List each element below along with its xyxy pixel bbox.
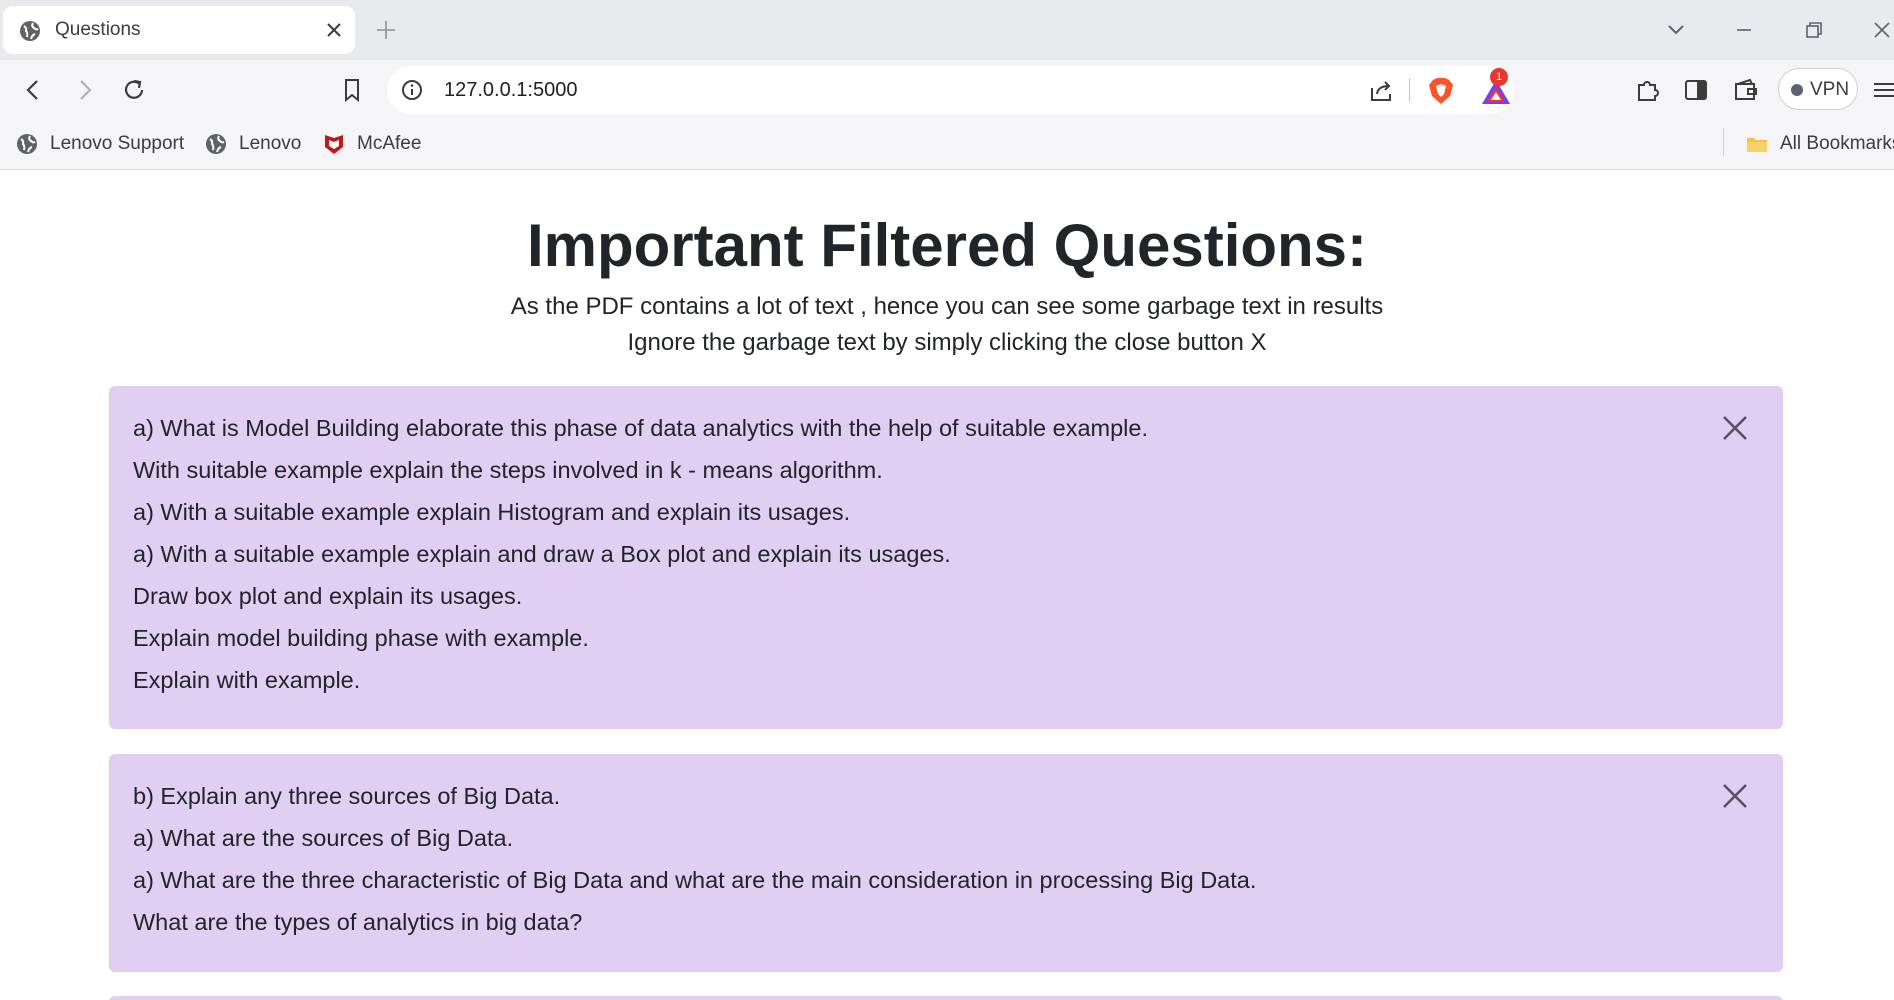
- vpn-status-dot: [1791, 84, 1803, 96]
- tab-search-chevron-icon[interactable]: [1664, 18, 1688, 42]
- question-text: a) What are the three characteristic of …: [133, 867, 1257, 893]
- reload-icon[interactable]: [120, 76, 148, 104]
- question-text: Explain with example.: [133, 667, 361, 693]
- forward-arrow-icon[interactable]: [70, 76, 98, 104]
- extensions-icon[interactable]: [1634, 76, 1662, 104]
- page-subtitle-line2: Ignore the garbage text by simply clicki…: [627, 329, 1267, 356]
- close-window-icon[interactable]: [1870, 18, 1894, 42]
- question-card: a) What is Model Building elaborate this…: [109, 386, 1783, 729]
- question-card-partial: [109, 996, 1783, 1000]
- tab-strip: Questions: [0, 0, 1894, 60]
- menu-icon[interactable]: [1870, 76, 1894, 104]
- browser-toolbar: 127.0.0.1:5000 1 VPN: [0, 60, 1894, 120]
- all-bookmarks-label: All Bookmarks: [1780, 133, 1894, 154]
- new-tab-icon[interactable]: [375, 19, 397, 41]
- globe-icon: [206, 134, 226, 154]
- bookmark-icon[interactable]: [338, 76, 366, 104]
- url-text[interactable]: 127.0.0.1:5000: [444, 79, 577, 102]
- share-icon[interactable]: [1368, 78, 1394, 104]
- site-info-icon[interactable]: [401, 79, 423, 101]
- tab-title: Questions: [55, 19, 141, 40]
- bookmarks-divider: [1723, 128, 1724, 156]
- close-card-icon[interactable]: [1721, 782, 1749, 810]
- bookmark-label: McAfee: [357, 133, 422, 154]
- omnibox-divider: [1409, 78, 1410, 102]
- page-content: Important Filtered Questions: As the PDF…: [0, 171, 1894, 1000]
- close-card-icon[interactable]: [1721, 414, 1749, 442]
- vpn-label: VPN: [1810, 79, 1850, 100]
- page-title: Important Filtered Questions:: [526, 212, 1368, 279]
- rewards-badge: 1: [1490, 68, 1508, 86]
- address-bar[interactable]: 127.0.0.1:5000 1: [387, 66, 1514, 114]
- question-text: Draw box plot and explain its usages.: [133, 583, 523, 609]
- bookmark-lenovo[interactable]: Lenovo: [205, 129, 305, 159]
- vpn-button[interactable]: VPN: [1778, 68, 1858, 110]
- bookmark-label: Lenovo: [239, 133, 302, 154]
- sidebar-icon[interactable]: [1682, 76, 1710, 104]
- question-text: b) Explain any three sources of Big Data…: [133, 783, 561, 809]
- bookmarks-bar: Lenovo Support Lenovo McAfee All Bookmar…: [0, 120, 1894, 170]
- tab-questions[interactable]: Questions: [3, 6, 355, 54]
- globe-icon: [17, 134, 37, 154]
- question-text: What are the types of analytics in big d…: [133, 909, 583, 935]
- close-tab-icon[interactable]: [325, 21, 343, 39]
- minimize-icon[interactable]: [1732, 18, 1756, 42]
- bookmark-label: Lenovo Support: [50, 133, 185, 154]
- restore-icon[interactable]: [1802, 18, 1826, 42]
- question-text: a) What is Model Building elaborate this…: [133, 415, 1148, 441]
- question-card: b) Explain any three sources of Big Data…: [109, 754, 1783, 972]
- question-text: a) With a suitable example explain Histo…: [133, 499, 851, 525]
- question-text: With suitable example explain the steps …: [133, 457, 883, 483]
- question-text: a) With a suitable example explain and d…: [133, 541, 951, 567]
- wallet-icon[interactable]: [1732, 76, 1760, 104]
- brave-shields-icon[interactable]: [1427, 76, 1455, 106]
- question-text: a) What are the sources of Big Data.: [133, 825, 514, 851]
- folder-icon: [1747, 138, 1767, 152]
- page-subtitle-line1: As the PDF contains a lot of text , henc…: [510, 293, 1384, 320]
- globe-icon: [20, 21, 40, 41]
- question-text: Explain model building phase with exampl…: [133, 625, 589, 651]
- bookmark-mcafee[interactable]: McAfee: [323, 129, 433, 159]
- bookmark-lenovo-support[interactable]: Lenovo Support: [16, 129, 186, 159]
- all-bookmarks-button[interactable]: All Bookmarks: [1746, 129, 1894, 159]
- back-arrow-icon[interactable]: [20, 76, 48, 104]
- mcafee-shield-icon: [325, 135, 343, 154]
